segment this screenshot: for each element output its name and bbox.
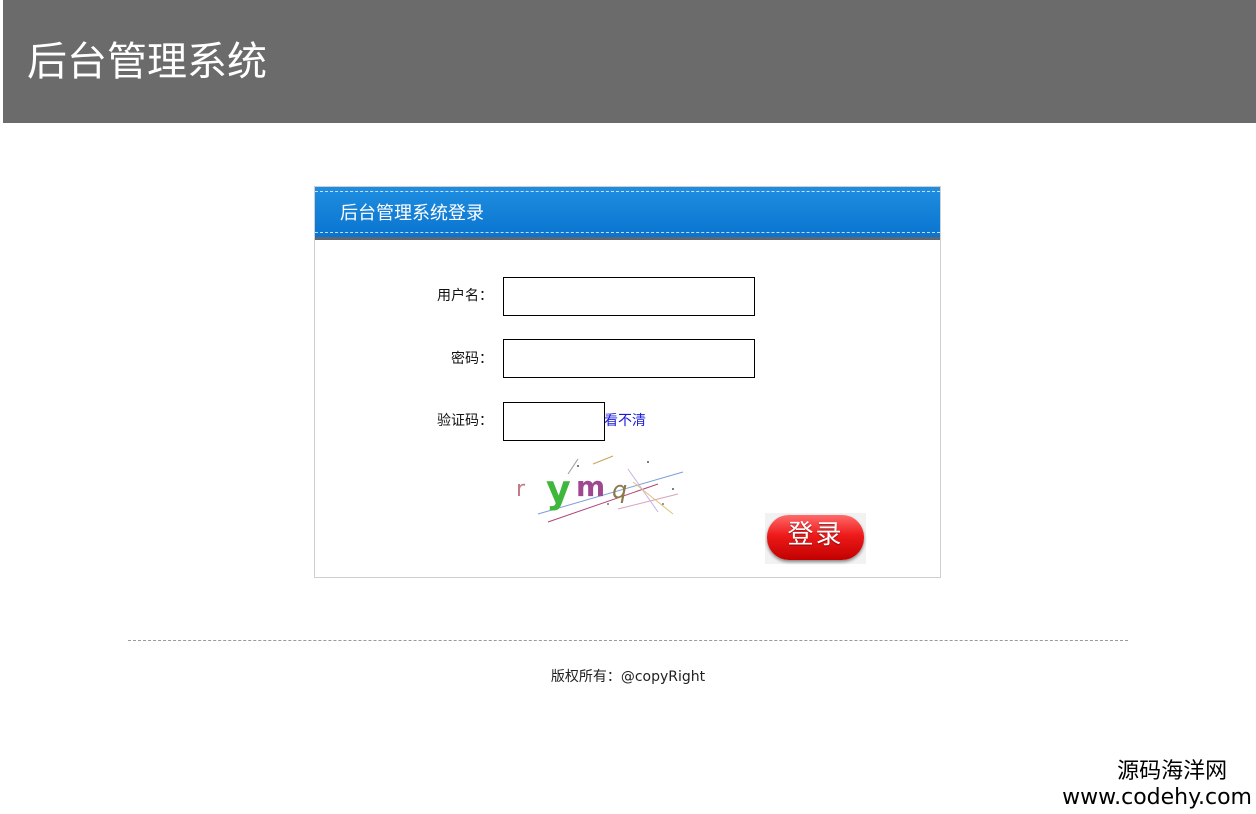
- captcha-char-4: q: [612, 476, 627, 504]
- password-input[interactable]: [503, 339, 755, 378]
- watermark-name: 源码海洋网: [1117, 759, 1228, 784]
- captcha-char-2: y: [546, 467, 571, 511]
- captcha-refresh-link[interactable]: 看不清: [604, 411, 646, 431]
- app-title: 后台管理系统: [27, 39, 267, 85]
- login-panel-header: 后台管理系统登录: [315, 187, 940, 240]
- top-header: 后台管理系统: [3, 0, 1256, 123]
- password-label: 密码：: [451, 351, 493, 367]
- captcha-input[interactable]: [503, 402, 605, 441]
- login-panel: 后台管理系统登录 用户名： 密码： 验证码： 看不清 r y m q 登录: [314, 186, 941, 578]
- site-watermark: 源码海洋网 www.codehy.com: [1062, 758, 1252, 810]
- footer-divider: [128, 640, 1128, 641]
- captcha-image[interactable]: r y m q: [508, 454, 688, 524]
- login-button-label: 登录: [787, 520, 844, 550]
- login-button[interactable]: 登录: [765, 513, 866, 564]
- username-input[interactable]: [503, 277, 755, 316]
- copyright-text: 版权所有：@copyRight: [550, 669, 706, 685]
- watermark-url: www.codehy.com: [1062, 785, 1252, 810]
- captcha-label: 验证码：: [437, 413, 493, 429]
- captcha-char-3: m: [576, 470, 605, 503]
- username-label: 用户名：: [437, 288, 493, 304]
- login-title: 后台管理系统登录: [340, 203, 484, 224]
- captcha-char-1: r: [516, 477, 526, 502]
